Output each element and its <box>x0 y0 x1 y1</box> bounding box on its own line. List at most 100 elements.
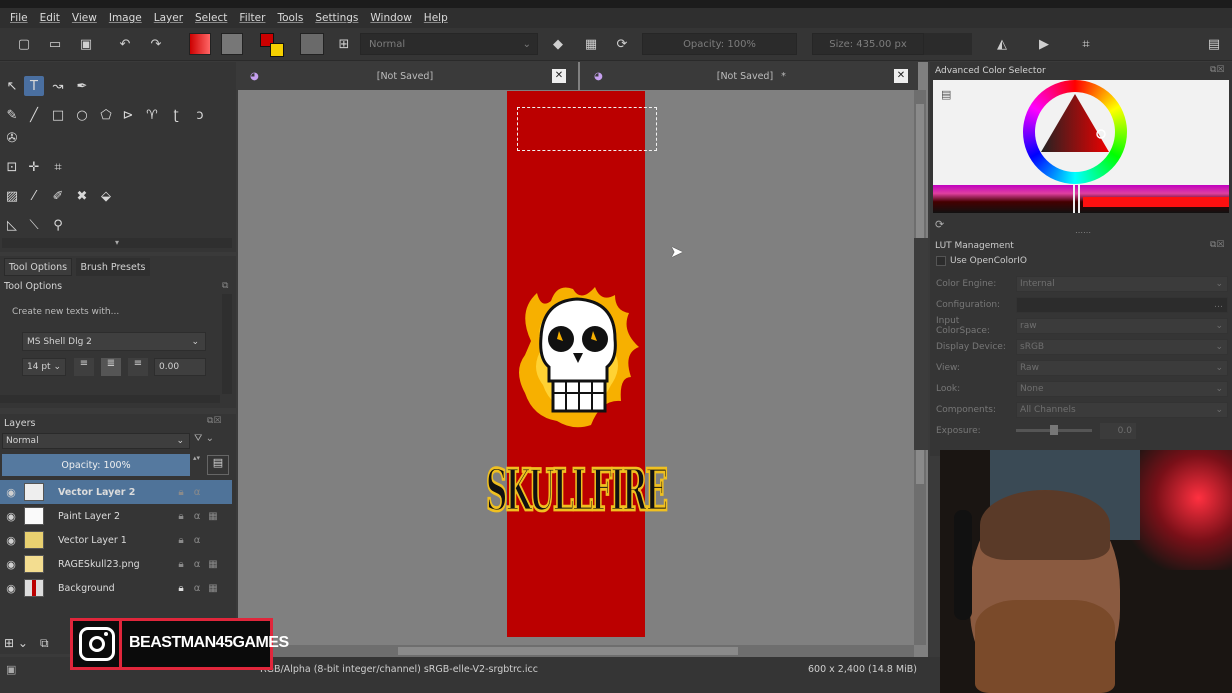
lock-icon[interactable]: 🔒︎ <box>173 583 189 594</box>
colorize-mask-icon[interactable]: ✖ <box>72 186 92 206</box>
color-selector-canvas[interactable]: ▤ <box>933 80 1229 185</box>
reload-preset-icon[interactable]: ⟳ <box>612 34 632 54</box>
menu-image[interactable]: Image <box>103 12 148 24</box>
fill-bucket-icon[interactable]: ⬙ <box>96 186 116 206</box>
collapse-arrow-icon[interactable]: ▾ <box>2 238 232 248</box>
exposure-field[interactable]: 0.0 <box>1100 423 1136 439</box>
menu-edit[interactable]: Edit <box>34 12 66 24</box>
float-docker-icon[interactable]: ⧉ <box>222 281 228 291</box>
reference-pin-icon[interactable]: ⚲ <box>48 215 68 235</box>
visibility-eye-icon[interactable]: ◉ <box>0 510 22 523</box>
lut-row-look[interactable]: Look: None ⌄ <box>936 379 1228 399</box>
alpha-lock-icon[interactable]: ▦ <box>205 559 221 570</box>
tool-options-hscrollbar[interactable] <box>0 395 220 403</box>
close-tab-icon[interactable]: ✕ <box>552 69 566 83</box>
edit-shape-icon[interactable]: ↝ <box>48 76 68 96</box>
menu-tools[interactable]: Tools <box>271 12 309 24</box>
layer-row-rageskull[interactable]: ◉ RAGESkull23.png 🔒︎ α ▦ <box>0 552 232 576</box>
opacity-spin-icon[interactable]: ▴▾ <box>193 454 201 476</box>
save-icon[interactable]: ▣ <box>76 34 96 54</box>
calligraphy-icon[interactable]: ✒ <box>72 76 92 96</box>
layer-filter-icon[interactable]: ⛛ ⌄ <box>194 433 230 449</box>
horizontal-scrollbar[interactable] <box>238 645 914 657</box>
alpha-lock-icon[interactable]: ▦ <box>205 583 221 594</box>
align-left-icon[interactable]: ≡ <box>74 358 94 376</box>
use-ocio-checkbox[interactable] <box>936 256 946 266</box>
alpha-inherit-icon[interactable]: α <box>189 511 205 522</box>
tool-options-scrollbar[interactable] <box>222 294 232 394</box>
alpha-inherit-icon[interactable]: α <box>189 559 205 570</box>
saturation-value-triangle[interactable] <box>1035 88 1115 168</box>
tab-brush-presets[interactable]: Brush Presets <box>76 258 150 276</box>
layer-blend-mode-select[interactable]: Normal ⌄ <box>2 433 190 449</box>
right-dock-scrollbar[interactable] <box>914 238 928 450</box>
layer-row-paint-layer-2[interactable]: ◉ Paint Layer 2 🔒︎ α ▦ <box>0 504 232 528</box>
document-tab-1[interactable]: ◕ [Not Saved] ✕ <box>238 62 578 90</box>
lut-row-color-engine[interactable]: Color Engine: Internal ⌄ <box>936 274 1228 294</box>
alpha-inherit-icon[interactable]: α <box>189 487 205 498</box>
workspace-grid-icon[interactable]: ⊞ <box>334 34 354 54</box>
color-settings-icon[interactable]: ▤ <box>941 88 951 101</box>
alpha-inherit-icon[interactable]: α <box>189 583 205 594</box>
menu-filter[interactable]: Filter <box>233 12 271 24</box>
rectangle-icon[interactable]: □ <box>48 105 68 125</box>
multibrush-icon[interactable]: ✇ <box>2 128 22 148</box>
dynamic-brush-icon[interactable]: ↄ <box>190 105 210 125</box>
menu-file[interactable]: File <box>4 12 34 24</box>
lut-row-display-device[interactable]: Display Device: sRGB ⌄ <box>936 337 1228 357</box>
transform-icon[interactable]: ⊡ <box>2 157 22 177</box>
menu-settings[interactable]: Settings <box>309 12 364 24</box>
input-colorspace-select[interactable]: raw ⌄ <box>1016 318 1228 334</box>
move-icon[interactable]: ✛ <box>24 157 44 177</box>
layer-row-background[interactable]: ◉ Background 🔒︎ α ▦ <box>0 576 232 600</box>
gradient-swatch[interactable] <box>189 33 211 55</box>
crop-icon[interactable]: ⌗ <box>48 157 68 177</box>
canvas-area[interactable]: ◕ [Not Saved] ✕ ◕ [Not Saved] * ✕ SKULLF… <box>238 62 928 657</box>
configuration-field[interactable]: … <box>1016 297 1228 313</box>
open-folder-icon[interactable]: ▭ <box>45 34 65 54</box>
refresh-icon[interactable]: ⟳ <box>935 218 944 231</box>
lut-row-configuration[interactable]: Configuration:… <box>936 295 1228 315</box>
tab-tool-options[interactable]: Tool Options <box>4 258 72 276</box>
colorspace-info[interactable]: RGB/Alpha (8-bit integer/channel) sRGB-e… <box>260 664 538 675</box>
gradient-icon[interactable]: ▨ <box>2 186 22 206</box>
lock-icon[interactable]: 🔒︎ <box>173 559 189 570</box>
lut-row-input-colorspace[interactable]: Input ColorSpace: raw ⌄ <box>936 316 1228 336</box>
font-size-select[interactable]: 14 pt ⌄ <box>22 358 66 376</box>
alpha-lock-icon[interactable]: ▦ <box>205 511 221 522</box>
menu-window[interactable]: Window <box>364 12 417 24</box>
mirror-horizontal-icon[interactable]: ◭ <box>992 34 1012 54</box>
add-layer-icon[interactable]: ⊞ ⌄ <box>4 636 28 650</box>
ellipse-icon[interactable]: ○ <box>72 105 92 125</box>
alpha-lock-icon[interactable]: ▦ <box>581 34 601 54</box>
lut-row-components[interactable]: Components: All Channels ⌄ <box>936 400 1228 420</box>
measure-icon[interactable]: ◺ <box>2 215 22 235</box>
lock-icon[interactable]: 🔒︎ <box>173 511 189 522</box>
bezier-icon[interactable]: ♈ <box>142 105 162 125</box>
lock-icon[interactable]: 🔒︎ <box>173 487 189 498</box>
mirror-vertical-icon[interactable]: ▶ <box>1034 34 1054 54</box>
layer-row-vector-layer-2[interactable]: ◉ Vector Layer 2 🔒︎ α <box>0 480 232 504</box>
font-family-select[interactable]: MS Shell Dlg 2 ⌄ <box>22 332 206 351</box>
lut-row-view[interactable]: View: Raw ⌄ <box>936 358 1228 378</box>
document-tab-2[interactable]: ◕ [Not Saved] * ✕ <box>580 62 918 90</box>
fg-bg-color-icon[interactable] <box>260 33 284 57</box>
docker-float-icon[interactable]: ⧉☒ <box>1210 65 1225 75</box>
lock-icon[interactable]: 🔒︎ <box>173 535 189 546</box>
blend-mode-select[interactable]: Normal ⌄ <box>360 33 538 55</box>
align-right-icon[interactable]: ≡ <box>128 358 148 376</box>
polyline-icon[interactable]: ⊳ <box>118 105 138 125</box>
brush-icon[interactable]: ✎ <box>2 105 22 125</box>
line-icon[interactable]: ╱ <box>24 105 44 125</box>
visibility-eye-icon[interactable]: ◉ <box>0 486 22 499</box>
redo-icon[interactable]: ↷ <box>146 34 166 54</box>
view-select[interactable]: Raw ⌄ <box>1016 360 1228 376</box>
polygon-icon[interactable]: ⬠ <box>96 105 116 125</box>
size-slider[interactable]: Size: 435.00 px <box>812 33 924 55</box>
smart-patch-icon[interactable]: ✐ <box>48 186 68 206</box>
menu-help[interactable]: Help <box>418 12 454 24</box>
menu-layer[interactable]: Layer <box>148 12 189 24</box>
close-tab-icon[interactable]: ✕ <box>894 69 908 83</box>
undo-icon[interactable]: ↶ <box>115 34 135 54</box>
menu-select[interactable]: Select <box>189 12 233 24</box>
